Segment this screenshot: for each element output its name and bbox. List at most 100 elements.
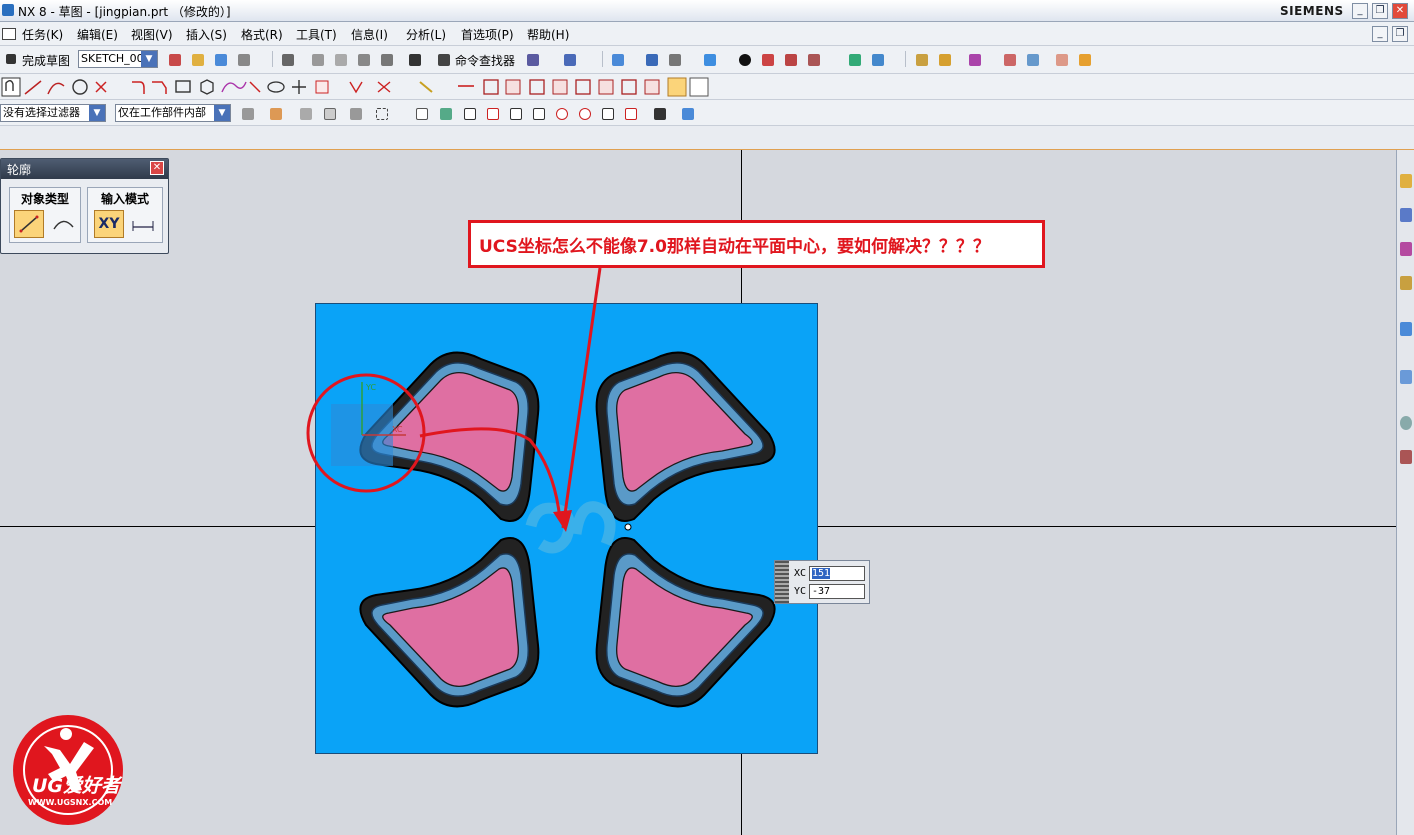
nx-app-icon[interactable] <box>2 4 14 16</box>
web-browser-icon[interactable] <box>1400 322 1412 336</box>
point-tool-icon[interactable] <box>95 81 107 93</box>
conic-tool-icon[interactable] <box>292 80 306 94</box>
xc-input[interactable]: 151 <box>809 566 865 581</box>
auto-constraint-icon[interactable] <box>621 79 637 95</box>
undo-selection-icon[interactable] <box>296 104 314 122</box>
reattach-icon[interactable] <box>188 50 206 68</box>
snap-point-on-curve-icon[interactable] <box>621 104 639 122</box>
surface-analysis-icon[interactable] <box>1023 50 1041 68</box>
command-finder-button[interactable]: 命令查找器 <box>455 52 515 69</box>
arc-tool-icon[interactable] <box>47 82 65 95</box>
menu-edit[interactable]: 编辑(E) <box>77 26 118 43</box>
finish-sketch-flag-icon[interactable] <box>2 50 20 68</box>
snap-intersection-icon[interactable] <box>529 104 547 122</box>
continuous-auto-dim-icon[interactable] <box>667 77 687 97</box>
menu-insert[interactable]: 插入(S) <box>186 26 227 43</box>
scope-filter-select[interactable]: 仅在工作部件内部 ▼ <box>115 104 231 122</box>
snap-grid-icon[interactable] <box>436 104 454 122</box>
quick-extend-icon[interactable] <box>419 81 433 93</box>
spline-tool-icon[interactable] <box>221 81 247 93</box>
project-curve-icon[interactable] <box>505 79 521 95</box>
snap-quadrant-icon[interactable] <box>575 104 593 122</box>
doc-minimize-button[interactable]: _ <box>1372 26 1388 42</box>
intersection-curve-icon[interactable] <box>552 79 568 95</box>
undo-icon[interactable] <box>405 50 423 68</box>
general-selection-icon[interactable] <box>266 104 284 122</box>
mirror-curve-icon[interactable] <box>529 79 545 95</box>
snap-control-point-icon[interactable] <box>506 104 524 122</box>
profile-palette-header[interactable]: 轮廓 ✕ <box>1 159 168 179</box>
minimize-button[interactable]: _ <box>1352 3 1368 19</box>
derived-lines-icon[interactable] <box>483 79 499 95</box>
view-orient-icon[interactable] <box>700 50 718 68</box>
dimension-icon[interactable] <box>575 79 591 95</box>
select-all-icon[interactable] <box>320 104 338 122</box>
close-button[interactable]: ✕ <box>1392 3 1408 19</box>
select-features-icon[interactable] <box>346 104 364 122</box>
petal-top-right[interactable] <box>595 351 776 522</box>
snap-existing-point-icon[interactable] <box>598 104 616 122</box>
center-point[interactable] <box>624 523 632 531</box>
render-style-icon[interactable] <box>665 50 683 68</box>
menu-task[interactable]: 任务(K) <box>22 26 63 43</box>
constraint-icon[interactable] <box>598 79 614 95</box>
shaded-icon[interactable] <box>642 50 660 68</box>
drag-handle[interactable] <box>775 561 789 603</box>
redo-icon[interactable] <box>377 50 395 68</box>
curve-analysis-icon[interactable] <box>1000 50 1018 68</box>
snap-endpoint-icon[interactable] <box>460 104 478 122</box>
close-icon[interactable]: ✕ <box>150 161 164 175</box>
menu-format[interactable]: 格式(R) <box>241 26 283 43</box>
cut-icon[interactable] <box>308 50 326 68</box>
sketch-curve-icon[interactable] <box>523 50 541 68</box>
reuse-library-icon[interactable] <box>1400 276 1412 290</box>
wcs-dynamic-icon[interactable] <box>868 50 886 68</box>
fit-view-icon[interactable] <box>608 50 626 68</box>
update-model-icon[interactable] <box>211 50 229 68</box>
hook-feature-left[interactable] <box>525 502 575 554</box>
rectangle-tool-icon[interactable] <box>175 80 191 93</box>
roles-icon[interactable] <box>1400 450 1412 464</box>
menu-tools[interactable]: 工具(T) <box>296 26 337 43</box>
assembly-navigator-icon[interactable] <box>1400 174 1412 188</box>
yc-input[interactable]: -37 <box>809 584 865 599</box>
system-materials-icon[interactable] <box>1400 416 1412 430</box>
save-icon[interactable] <box>278 50 296 68</box>
fillet-tool-icon[interactable] <box>132 81 145 94</box>
snap-face-icon[interactable] <box>678 104 696 122</box>
fit-curve-icon[interactable] <box>249 81 261 93</box>
maximize-button[interactable]: ❐ <box>1372 3 1388 19</box>
sketch-name-select[interactable]: SKETCH_001 ▼ <box>78 50 158 68</box>
doc-restore-button[interactable]: ❐ <box>1392 26 1408 42</box>
history-icon[interactable] <box>1400 370 1412 384</box>
paste-icon[interactable] <box>354 50 372 68</box>
copy-icon[interactable] <box>331 50 349 68</box>
snap-enable-icon[interactable] <box>412 104 430 122</box>
offset-curve-icon[interactable] <box>315 80 329 94</box>
wcs-display-icon[interactable] <box>758 50 776 68</box>
selection-icon[interactable] <box>560 50 578 68</box>
layer-icon[interactable] <box>781 50 799 68</box>
hook-feature-right[interactable] <box>570 501 616 547</box>
finish-sketch-button[interactable]: 完成草图 <box>22 52 70 69</box>
filter-settings-icon[interactable] <box>238 104 256 122</box>
xy-mode-button[interactable]: XY <box>94 210 124 238</box>
wcs-origin-icon[interactable] <box>845 50 863 68</box>
binoculars-icon[interactable] <box>434 50 452 68</box>
quick-trim-icon[interactable] <box>377 81 391 93</box>
chamfer-tool-icon[interactable] <box>152 81 167 94</box>
snap-arc-center-icon[interactable] <box>552 104 570 122</box>
part-navigator-icon[interactable] <box>1400 242 1412 256</box>
petal-bottom-right[interactable] <box>595 537 776 708</box>
arc-type-button[interactable] <box>48 210 78 238</box>
menu-help[interactable]: 帮助(H) <box>527 26 569 43</box>
inferred-constraints-icon[interactable] <box>689 77 709 97</box>
measure-icon[interactable] <box>935 50 953 68</box>
ruler-icon[interactable] <box>1052 50 1070 68</box>
snap-midpoint-icon[interactable] <box>483 104 501 122</box>
angle-icon[interactable] <box>1075 50 1093 68</box>
menu-preferences[interactable]: 首选项(P) <box>461 26 514 43</box>
line-tool-icon[interactable] <box>24 80 42 95</box>
rectangle-select-icon[interactable] <box>372 104 390 122</box>
snap-point-icon[interactable] <box>912 50 930 68</box>
